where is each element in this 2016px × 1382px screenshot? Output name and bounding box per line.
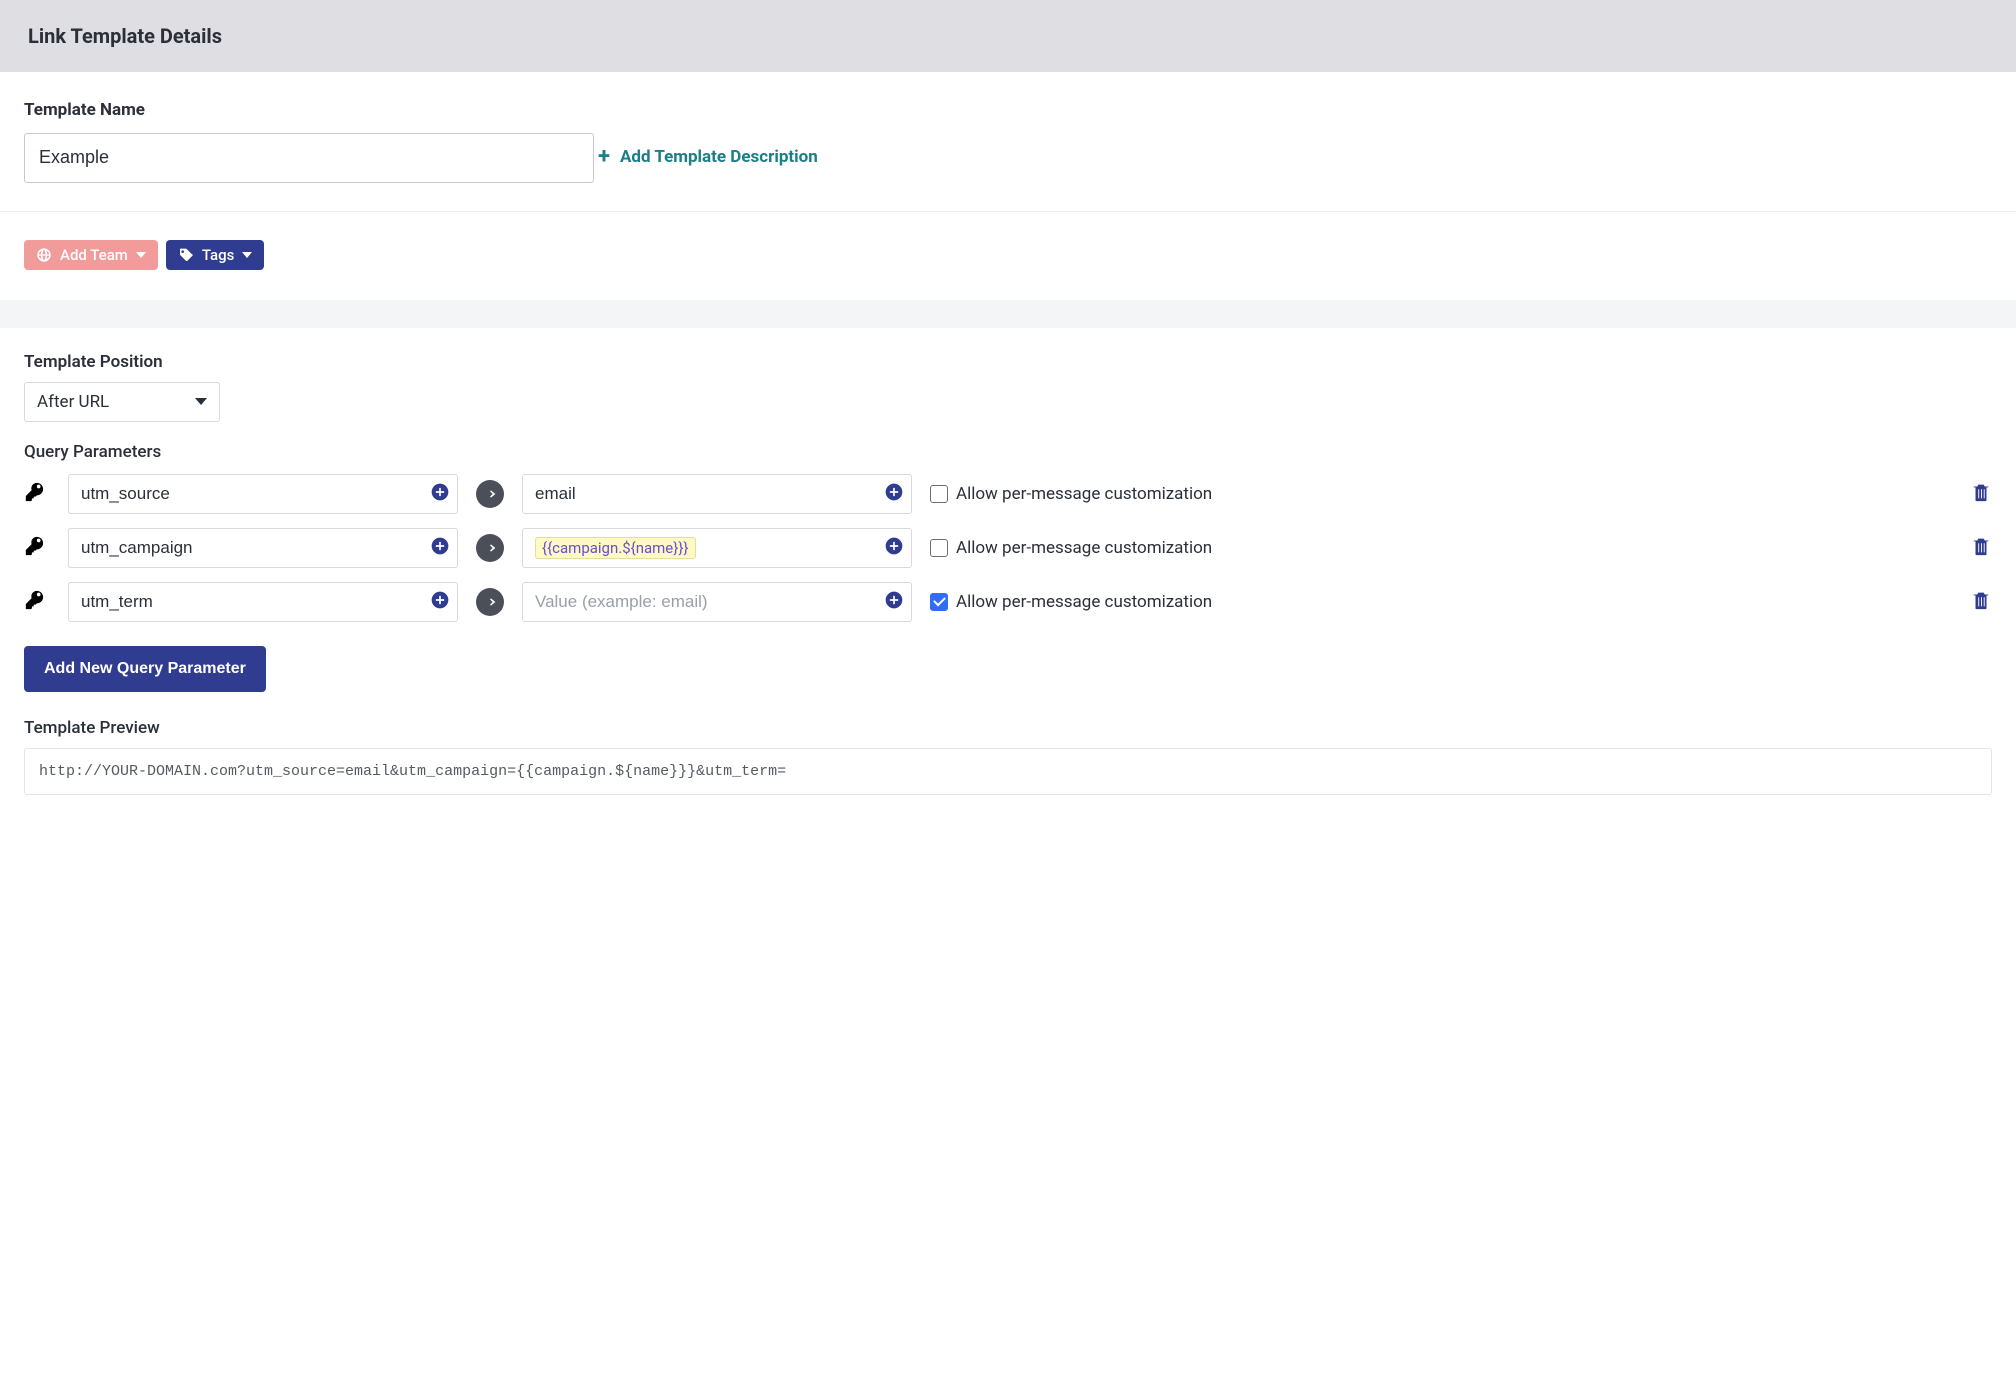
checkbox-icon[interactable] — [930, 593, 948, 611]
section-divider — [0, 300, 2016, 328]
arrow-right-icon — [476, 588, 504, 616]
param-key-input[interactable] — [68, 528, 458, 568]
tags-button[interactable]: Tags — [166, 240, 264, 270]
add-team-label: Add Team — [60, 246, 128, 264]
key-icon — [24, 589, 50, 615]
plus-icon: + — [598, 146, 610, 168]
param-key-wrap — [68, 582, 458, 622]
tags-label: Tags — [202, 246, 234, 264]
template-preview-label: Template Preview — [24, 718, 1992, 738]
allow-customization-label: Allow per-message customization — [956, 538, 1212, 558]
add-key-variable-icon[interactable] — [430, 482, 450, 506]
delete-row-button[interactable] — [1970, 589, 1992, 615]
add-value-variable-icon[interactable] — [884, 536, 904, 560]
template-position-select[interactable]: After URL — [24, 382, 220, 422]
param-key-wrap — [68, 528, 458, 568]
param-value-input[interactable]: {{campaign.${name}}} — [522, 528, 912, 568]
chevron-down-icon — [136, 252, 146, 258]
template-name-label: Template Name — [24, 100, 1992, 120]
template-name-input[interactable] — [24, 133, 594, 183]
param-key-input[interactable] — [68, 474, 458, 514]
key-icon — [24, 535, 50, 561]
query-parameters-label: Query Parameters — [24, 442, 1992, 462]
param-key-input[interactable] — [68, 582, 458, 622]
allow-customization-toggle[interactable]: Allow per-message customization — [930, 592, 1212, 612]
template-position-section: Template Position After URL Query Parame… — [0, 328, 2016, 855]
template-position-value: After URL — [37, 392, 109, 412]
param-value-wrap — [522, 582, 912, 622]
chevron-down-icon — [242, 252, 252, 258]
arrow-right-icon — [476, 534, 504, 562]
tags-row: Add Team Tags — [0, 212, 2016, 300]
allow-customization-label: Allow per-message customization — [956, 484, 1212, 504]
add-team-button[interactable]: Add Team — [24, 240, 158, 270]
allow-customization-label: Allow per-message customization — [956, 592, 1212, 612]
add-query-parameter-button[interactable]: Add New Query Parameter — [24, 646, 266, 692]
param-value-wrap: {{campaign.${name}}} — [522, 528, 912, 568]
query-parameter-row: {{campaign.${name}}} Allow per-message cu… — [24, 528, 1992, 568]
param-key-wrap — [68, 474, 458, 514]
allow-customization-toggle[interactable]: Allow per-message customization — [930, 538, 1212, 558]
add-template-description-label: Add Template Description — [620, 147, 818, 167]
query-parameter-row: Allow per-message customization — [24, 474, 1992, 514]
tag-icon — [178, 247, 194, 263]
add-key-variable-icon[interactable] — [430, 536, 450, 560]
add-key-variable-icon[interactable] — [430, 590, 450, 614]
param-value-wrap — [522, 474, 912, 514]
key-icon — [24, 481, 50, 507]
checkbox-icon[interactable] — [930, 539, 948, 557]
param-value-input[interactable] — [522, 582, 912, 622]
add-value-variable-icon[interactable] — [884, 482, 904, 506]
template-name-section: Template Name + Add Template Description — [0, 72, 2016, 212]
add-value-variable-icon[interactable] — [884, 590, 904, 614]
page-header: Link Template Details — [0, 0, 2016, 72]
query-parameter-row: Allow per-message customization — [24, 582, 1992, 622]
delete-row-button[interactable] — [1970, 535, 1992, 561]
allow-customization-toggle[interactable]: Allow per-message customization — [930, 484, 1212, 504]
delete-row-button[interactable] — [1970, 481, 1992, 507]
template-preview-box: http://YOUR-DOMAIN.com?utm_source=email&… — [24, 748, 1992, 795]
variable-chip[interactable]: {{campaign.${name}}} — [535, 537, 696, 559]
arrow-right-icon — [476, 480, 504, 508]
globe-icon — [36, 247, 52, 263]
checkbox-icon[interactable] — [930, 485, 948, 503]
page-title: Link Template Details — [28, 24, 1988, 48]
template-position-label: Template Position — [24, 352, 1992, 372]
add-template-description-button[interactable]: + Add Template Description — [598, 146, 818, 168]
query-parameters-list: Allow per-message customization{{campaig… — [24, 474, 1992, 622]
param-value-input[interactable] — [522, 474, 912, 514]
chevron-down-icon — [195, 398, 207, 405]
